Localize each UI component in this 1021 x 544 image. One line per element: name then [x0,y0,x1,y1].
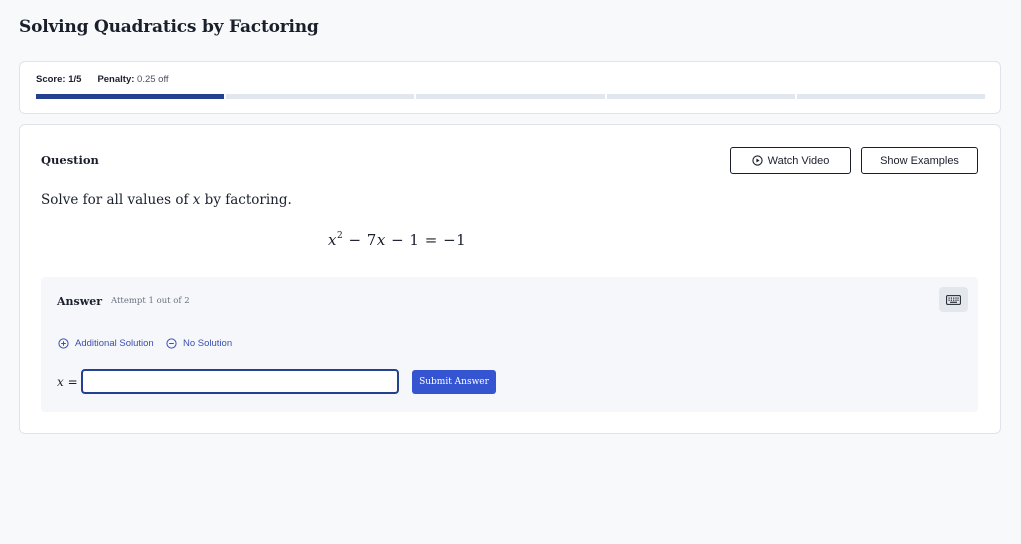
no-solution-label: No Solution [183,338,233,349]
equation-var1: x [328,231,337,249]
question-prompt: Solve for all values of x by factoring. [41,192,292,208]
attempt-counter: Attempt 1 out of 2 [111,296,190,306]
equation-rhs: − 1 = −1 [385,231,467,249]
question-label: Question [41,153,99,167]
answer-label: Answer [57,295,102,308]
penalty-value: 0.25 off [137,74,169,85]
answer-equals: = [63,375,78,389]
progress-segment [416,94,605,99]
progress-segment [36,94,225,99]
score: Score: 1/5 [36,74,81,85]
score-row: Score: 1/5 Penalty: 0.25 off [36,74,169,85]
show-examples-button[interactable]: Show Examples [861,147,978,174]
keyboard-toggle-button[interactable] [939,287,968,312]
progress-segment [796,94,986,99]
minus-circle-icon [166,338,177,349]
equation-mid: − 7 [343,231,377,249]
page-title: Solving Quadratics by Factoring [19,17,319,37]
show-examples-label: Show Examples [880,154,959,167]
progress-segment [226,94,415,99]
plus-circle-icon [58,338,69,349]
prompt-after: by factoring. [200,192,292,208]
score-card: Score: 1/5 Penalty: 0.25 off [19,61,1001,114]
answer-input[interactable] [81,369,399,394]
score-label: Score: [36,74,66,85]
watch-video-label: Watch Video [767,154,830,167]
submit-answer-button[interactable]: Submit Answer [412,370,496,394]
equation: x2 − 7x − 1 = −1 [328,231,466,249]
additional-solution-label: Additional Solution [75,338,154,349]
question-card: Question Watch Video Show Examples Solve… [19,124,1001,434]
no-solution-button[interactable]: No Solution [166,338,232,349]
additional-solution-button[interactable]: Additional Solution [58,338,154,349]
answer-var: x [57,375,64,389]
equation-var2: x [376,231,386,249]
penalty: Penalty: 0.25 off [97,74,168,85]
penalty-label: Penalty: [97,74,135,85]
watch-video-button[interactable]: Watch Video [730,147,851,174]
prompt-before: Solve for all values of [41,192,193,208]
play-circle-icon [751,155,763,166]
answer-variable-label: x = [57,375,78,389]
progress-segment [606,94,795,99]
score-value: 1/5 [68,74,82,85]
keyboard-icon [946,294,961,305]
answer-panel: Answer Attempt 1 out of 2 Additional Sol… [41,277,978,412]
progress-bar [36,94,986,99]
